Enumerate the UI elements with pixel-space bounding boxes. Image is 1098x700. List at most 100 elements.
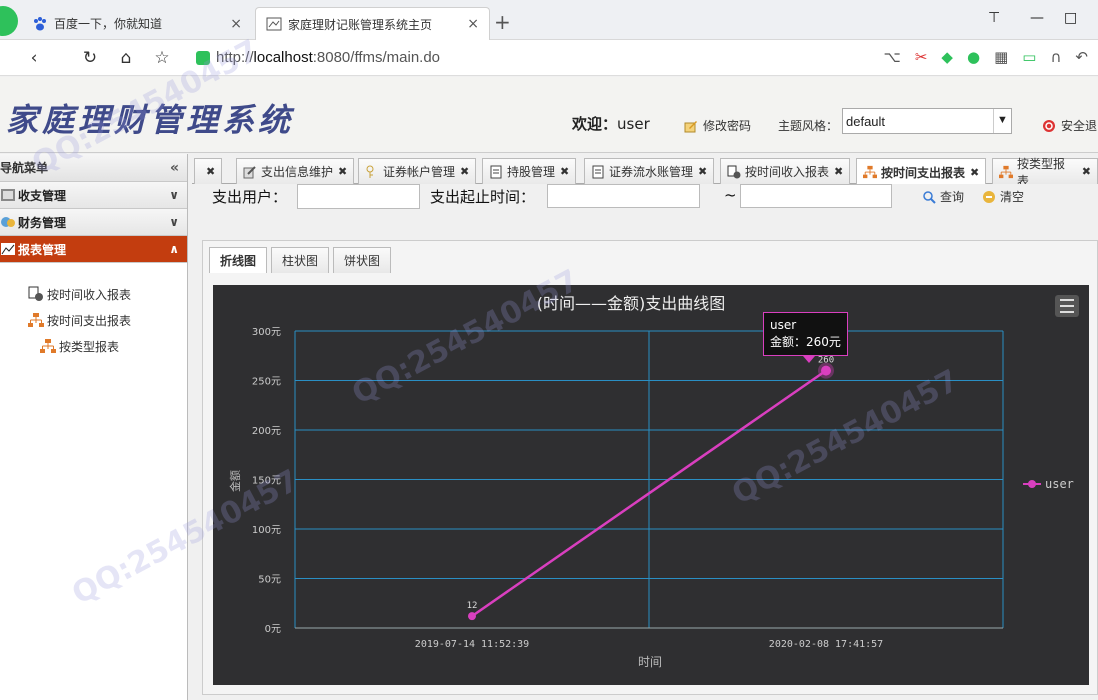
tab-bar-chart[interactable]: 柱状图 <box>271 247 330 273</box>
date-range-tilde: ~ <box>724 186 737 204</box>
close-tab-icon[interactable]: ✖ <box>698 165 707 178</box>
tab-line-chart[interactable]: 折线图 <box>209 247 268 273</box>
sidebar-item-expense-by-time[interactable]: 按时间支出报表 <box>0 307 187 333</box>
welcome-text: 欢迎：user <box>572 113 650 134</box>
browser-toolbar: ⌥ ✂ ◆ ● ▦ ▭ ∩ ↶ <box>884 48 1088 66</box>
url-field[interactable]: http://localhost:8080/ffms/main.do <box>196 49 440 66</box>
clear-button-label: 清空 <box>1000 190 1025 204</box>
chevron-down-icon: ∨ <box>169 215 179 229</box>
bookmark-star-icon[interactable]: ☆ <box>144 48 180 68</box>
welcome-label: 欢迎： <box>572 115 618 133</box>
sidebar-item-by-type[interactable]: 按类型报表 <box>0 333 187 359</box>
y-tick-label: 250元 <box>252 377 281 388</box>
chevron-down-icon[interactable]: ▼ <box>993 109 1011 133</box>
x-tick-label: 2020-02-08 17:41:57 <box>769 639 883 650</box>
close-tab-icon[interactable]: ✖ <box>206 165 215 178</box>
tab-holdings[interactable]: 持股管理 ✖ <box>482 158 577 184</box>
logout-label: 安全退 <box>1061 119 1098 133</box>
tab-expense-by-time[interactable]: 按时间支出报表 ✖ <box>856 158 987 185</box>
wallet-shield-icon[interactable]: ◆ <box>941 48 953 66</box>
back-icon[interactable]: ‹ <box>16 48 52 68</box>
minimize-icon[interactable]: — <box>1030 10 1044 26</box>
browser-tab-baidu[interactable]: 百度一下，你就知道 × <box>22 7 252 40</box>
legend[interactable]: user <box>1023 477 1074 491</box>
browser-logo-icon[interactable] <box>0 6 18 36</box>
chart-menu-button[interactable] <box>1055 295 1079 317</box>
headphones-icon[interactable]: ∩ <box>1050 48 1061 66</box>
scissors-icon[interactable]: ✂ <box>915 48 928 66</box>
share-icon[interactable]: ⌥ <box>884 48 901 66</box>
skin-icon[interactable]: ⊤ <box>988 10 1000 26</box>
close-tab-icon[interactable]: ✖ <box>970 166 979 179</box>
sidebar-group-label: 报表管理 <box>18 242 67 257</box>
chat-icon[interactable]: ● <box>967 48 980 66</box>
close-tab-icon[interactable]: ✖ <box>560 165 569 178</box>
chevron-down-icon: ∨ <box>169 188 179 202</box>
query-button-label: 查询 <box>940 190 965 204</box>
tab-label: 支出信息维护 <box>261 165 334 179</box>
chevron-up-icon: ∧ <box>169 242 179 256</box>
logout-link[interactable]: 安全退 <box>1042 117 1097 134</box>
eraser-icon <box>982 190 996 204</box>
org-chart-icon <box>28 312 44 328</box>
sidebar-item-income-by-time[interactable]: 按时间收入报表 <box>0 281 187 307</box>
line-chart: (时间——金额)支出曲线图 0元 50元 100元 150元 200元 250元 300元 2… <box>213 285 1089 685</box>
x-tick-label: 2019-07-14 11:52:39 <box>415 639 529 650</box>
tab-label: 持股管理 <box>507 165 556 179</box>
close-tab-icon[interactable]: ✖ <box>460 165 469 178</box>
tooltip-series: user <box>770 318 797 332</box>
new-tab-button[interactable]: + <box>494 10 511 34</box>
data-point <box>468 612 476 621</box>
query-button[interactable]: 查询 <box>922 188 964 205</box>
report-chart-icon <box>0 242 16 256</box>
legend-label: user <box>1045 477 1074 491</box>
tab-label: 证券帐户管理 <box>383 165 456 179</box>
ledger-icon <box>0 188 16 202</box>
apps-grid-icon[interactable]: ▦ <box>994 48 1008 66</box>
browser-tab-title: 百度一下，你就知道 <box>54 17 163 31</box>
page-thumbnail-icon <box>266 16 282 32</box>
end-date-input[interactable] <box>740 184 892 208</box>
collapse-sidebar-icon[interactable]: « <box>170 160 179 176</box>
sidebar-group-finance[interactable]: 财务管理 ∨ <box>0 209 187 236</box>
sidebar-item-label: 按类型报表 <box>59 339 120 354</box>
undo-icon[interactable]: ↶ <box>1075 48 1088 66</box>
tab-income-by-time[interactable]: 按时间收入报表 ✖ <box>720 158 851 184</box>
close-tab-icon[interactable]: ✖ <box>338 165 347 178</box>
start-date-input[interactable] <box>547 184 700 208</box>
battery-icon[interactable]: ▭ <box>1022 48 1036 66</box>
close-tab-icon[interactable]: ✖ <box>1082 165 1091 178</box>
tab-expense-maintenance[interactable]: 支出信息维护 ✖ <box>236 158 355 184</box>
search-icon <box>922 190 936 204</box>
org-chart-icon <box>40 338 56 354</box>
close-icon[interactable]: × <box>467 16 479 32</box>
edit-pencil-icon <box>684 119 698 133</box>
reload-icon[interactable]: ↻ <box>72 48 108 68</box>
sidebar-group-income-expense[interactable]: 收支管理 ∨ <box>0 182 187 209</box>
tab-securities-account[interactable]: 证券帐户管理 ✖ <box>358 158 477 184</box>
username: user <box>617 115 650 133</box>
chart-title: (时间——金额)支出曲线图 <box>537 294 726 313</box>
tooltip-value: 金额：260元 <box>770 335 841 349</box>
theme-value: default <box>846 114 886 129</box>
clear-button[interactable]: 清空 <box>982 188 1024 205</box>
theme-select[interactable]: default ▼ <box>842 108 1012 134</box>
tab-securities-ledger[interactable]: 证券流水账管理 ✖ <box>584 158 715 184</box>
sidebar-group-label: 财务管理 <box>18 215 67 230</box>
change-password-link[interactable]: 修改密码 <box>684 117 751 134</box>
data-label: 12 <box>467 601 478 611</box>
chart-svg: (时间——金额)支出曲线图 0元 50元 100元 150元 200元 250元 300元 2… <box>228 294 1074 669</box>
maximize-icon[interactable]: □ <box>1064 10 1077 26</box>
browser-tab-ffms[interactable]: 家庭理财记账管理系统主页 × <box>255 7 490 40</box>
tab-by-type[interactable]: 按类型报表 ✖ <box>992 157 1098 188</box>
home-icon[interactable]: ⌂ <box>108 48 144 68</box>
expense-user-input[interactable] <box>297 184 420 209</box>
finance-icon <box>0 215 16 229</box>
tab-blank[interactable]: ✖ <box>194 158 223 184</box>
close-tab-icon[interactable]: ✖ <box>834 165 843 178</box>
close-icon[interactable]: × <box>230 16 242 32</box>
sidebar-group-reports[interactable]: 报表管理 ∧ <box>0 236 187 263</box>
url-scheme: http:// <box>216 49 254 66</box>
tab-pie-chart[interactable]: 饼状图 <box>333 247 392 273</box>
browser-tab-bar: 百度一下，你就知道 × 家庭理财记账管理系统主页 × + ⊤ — □ <box>0 0 1098 40</box>
